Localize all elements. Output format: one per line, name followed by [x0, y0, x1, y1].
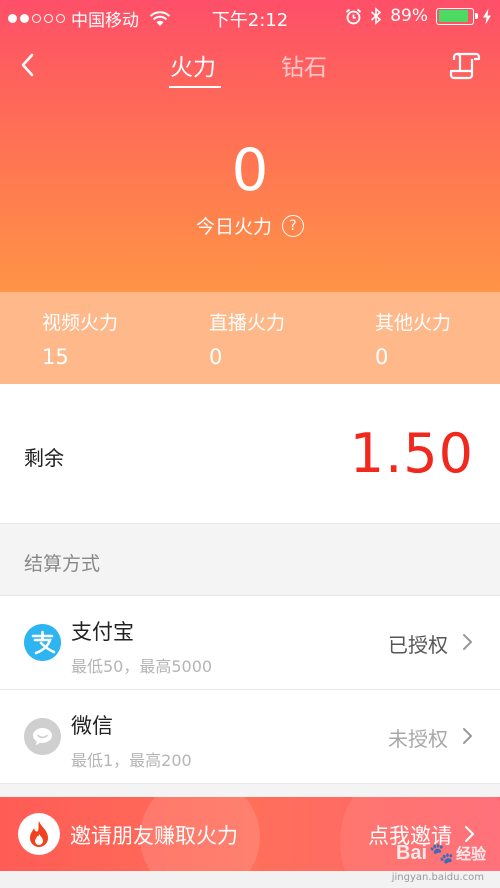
remaining-label: 剩余 — [24, 446, 64, 470]
battery-icon — [436, 7, 478, 25]
alarm-icon — [346, 8, 362, 24]
chevron-right-icon — [463, 728, 472, 744]
wechat-row[interactable]: 微信 最低1，最高200 未授权 — [0, 690, 500, 784]
wechat-status: 未授权 — [388, 727, 448, 751]
invite-friends-banner[interactable]: 邀请朋友赚取火力 点我邀请 Bai 🐾 经验 — [0, 797, 500, 871]
baidu-jingyan-watermark: Bai 🐾 经验 — [395, 842, 486, 865]
remaining-value: 1.50 — [349, 422, 474, 485]
flame-icon — [18, 813, 60, 855]
wechat-icon — [24, 718, 61, 755]
today-fire-label: 今日火力 — [195, 216, 272, 238]
status-bar: 中国移动 下午2:12 89% — [0, 0, 500, 34]
alipay-limit: 最低50，最高5000 — [71, 657, 213, 676]
help-question-icon[interactable]: ? — [282, 214, 304, 237]
watermark-url: jingyan.baidu.com — [391, 872, 484, 883]
settlement-section-header: 结算方式 — [0, 524, 500, 596]
wechat-limit: 最低1，最高200 — [71, 751, 192, 770]
alipay-row[interactable]: 支付宝 最低50，最高5000 已授权 — [0, 596, 500, 690]
alipay-status: 已授权 — [388, 633, 448, 657]
tab-huoli[interactable]: 火力 — [170, 48, 216, 82]
hero-header: 中国移动 下午2:12 89% 火力 钻石 0 今日火力 ? — [0, 0, 500, 292]
bottom-strip: jingyan.baidu.com — [0, 871, 500, 888]
active-tab-indicator — [169, 86, 221, 88]
paw-icon: 🐾 — [429, 843, 454, 865]
rules-scroll-icon[interactable] — [448, 50, 482, 80]
invite-text: 邀请朋友赚取火力 — [70, 824, 238, 848]
wechat-name: 微信 — [71, 714, 113, 738]
charging-icon — [483, 8, 491, 24]
stat-video-fire: 视频火力 15 — [42, 312, 119, 369]
back-button[interactable] — [16, 50, 40, 80]
fire-stats-band: 视频火力 15 直播火力 0 其他火力 0 — [0, 292, 500, 384]
settlement-title: 结算方式 — [24, 553, 101, 575]
bluetooth-icon — [371, 7, 382, 25]
stat-other-fire: 其他火力 0 — [375, 312, 452, 369]
chevron-right-icon — [463, 634, 472, 650]
top-navigation: 火力 钻石 — [0, 38, 500, 94]
today-fire-value: 0 — [231, 136, 269, 204]
battery-percent: 89% — [390, 6, 428, 26]
stat-live-fire: 直播火力 0 — [209, 312, 286, 369]
alipay-name: 支付宝 — [71, 620, 134, 644]
today-fire-label-row: 今日火力 ? — [0, 212, 500, 239]
alipay-icon — [24, 624, 61, 661]
remaining-balance: 剩余 1.50 — [0, 384, 500, 524]
tab-zuanshi[interactable]: 钻石 — [281, 48, 327, 82]
